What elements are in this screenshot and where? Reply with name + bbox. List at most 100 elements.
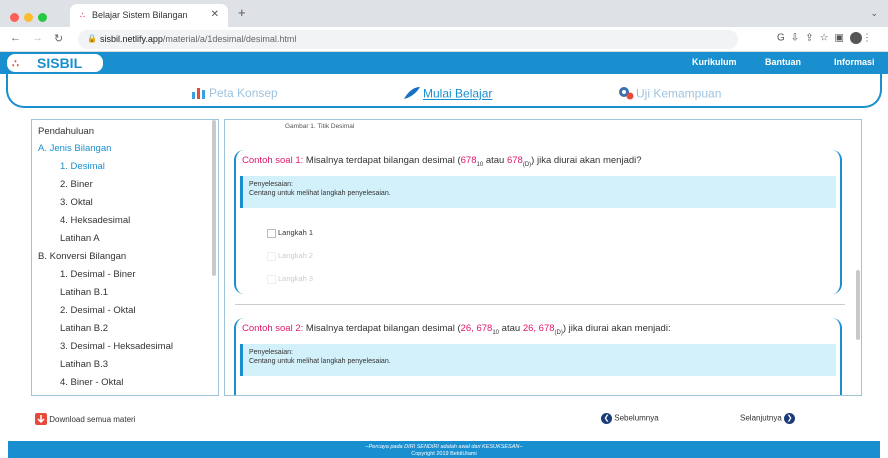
example-1-num1: 678 <box>460 155 477 166</box>
sidebar-item-konversi-bilangan[interactable]: B. Konversi Bilangan <box>38 251 126 262</box>
logo-mark-icon: ∴ <box>12 58 19 70</box>
checkbox-icon[interactable] <box>267 228 276 238</box>
example-card-2: Contoh soal 2: Misalnya terdapat bilanga… <box>234 318 842 395</box>
install-icon[interactable]: ⇩ <box>791 33 805 44</box>
share-icon[interactable]: ⇪ <box>805 33 819 44</box>
sidebar-item-latihan-b1[interactable]: Latihan B.1 <box>60 287 108 298</box>
menu-peta-konsep[interactable]: Peta Konsep <box>191 86 278 102</box>
site-header: ∴ SISBIL Kurikulum Bantuan Informasi <box>0 52 888 74</box>
example-2-solution-box: Penyelesaian: Centang untuk melihat lang… <box>240 344 836 376</box>
footer-quote: --Percaya pada DIRI SENDIRI adalah awal … <box>364 444 524 450</box>
sidebar-item-pendahuluan[interactable]: Pendahuluan <box>38 126 94 137</box>
example-1-num2: 678 <box>506 155 523 166</box>
browser-tools: G⇩⇪☆▣ ⋮ <box>777 32 878 44</box>
download-icon <box>35 413 47 427</box>
sidebar-item-latihan-b2[interactable]: Latihan B.2 <box>60 323 108 334</box>
sidebar-item-heksadesimal[interactable]: 4. Heksadesimal <box>60 215 130 226</box>
sidepanel-icon[interactable]: ▣ <box>835 33 850 44</box>
step-label: Langkah 1 <box>278 228 314 237</box>
back-icon[interactable]: ← <box>10 32 21 44</box>
sidebar-item-desimal-biner[interactable]: 1. Desimal - Biner <box>60 269 136 280</box>
sidebar-item-latihan-b3[interactable]: Latihan B.3 <box>60 359 108 370</box>
window-controls[interactable] <box>10 9 52 27</box>
example-1-text-b: atau <box>483 155 507 166</box>
menu-mulai-belajar[interactable]: Mulai Belajar <box>403 86 492 103</box>
step-3-checkbox[interactable]: Langkah 3 <box>267 274 313 284</box>
example-2-text-b: atau <box>499 323 523 334</box>
example-2-text-c: ) jika diurai akan menjadi: <box>562 323 671 334</box>
tab-favicon-icon: ∴ <box>80 11 86 20</box>
example-2-text-a: Misalnya terdapat bilangan desimal ( <box>303 323 461 334</box>
prev-page-button[interactable]: ❮ Sebelumnya <box>601 413 659 424</box>
step-1-checkbox[interactable]: Langkah 1 <box>267 228 313 238</box>
download-all-link[interactable]: Download semua materi <box>35 413 136 427</box>
profile-avatar-icon[interactable] <box>850 32 862 44</box>
solution-title: Penyelesaian: <box>249 349 293 356</box>
prev-label: Sebelumnya <box>614 413 659 423</box>
tab-list-chevron-icon[interactable]: ⌄ <box>870 8 878 19</box>
sidebar-item-latihan-a[interactable]: Latihan A <box>60 233 100 244</box>
example-1-label: Contoh soal 1: <box>242 155 304 166</box>
chevron-right-icon: ❯ <box>784 413 796 424</box>
browser-menu-icon[interactable]: ⋮ <box>862 33 878 44</box>
solution-hint: Centang untuk melihat langkah penyelesai… <box>249 190 391 197</box>
checkbox-icon[interactable] <box>267 274 276 284</box>
chevron-left-icon: ❮ <box>601 413 612 424</box>
logo-text: SISBIL <box>37 55 83 71</box>
sidebar-item-biner[interactable]: 2. Biner <box>60 179 93 190</box>
example-card-1: Contoh soal 1: Misalnya terdapat bilanga… <box>234 150 842 294</box>
close-tab-icon[interactable]: ✕ <box>211 9 219 20</box>
lock-icon: 🔒 <box>87 34 97 43</box>
url-bar[interactable]: 🔒 sisbil.netlify.app/material/a/1desimal… <box>78 30 738 49</box>
feather-pen-icon <box>403 86 421 103</box>
nav-link-kurikulum[interactable]: Kurikulum <box>692 57 737 67</box>
maximize-window-icon[interactable] <box>38 13 47 22</box>
sidebar-item-desimal-oktal[interactable]: 2. Desimal - Oktal <box>60 305 136 316</box>
content-scrollbar[interactable] <box>856 270 860 340</box>
figure-caption: Gambar 1. Titik Desimal <box>285 123 355 130</box>
next-page-button[interactable]: Selanjutnya ❯ <box>740 413 796 424</box>
menu-label: Peta Konsep <box>209 86 278 101</box>
tab-title: Belajar Sistem Bilangan <box>92 10 188 20</box>
example-2-question: Contoh soal 2: Misalnya terdapat bilanga… <box>242 323 671 336</box>
sidebar-item-desimal[interactable]: 1. Desimal <box>60 161 105 172</box>
example-2-num1: 26, 678 <box>460 323 493 334</box>
gears-icon <box>618 86 634 103</box>
sidebar-item-desimal-heksadesimal[interactable]: 3. Desimal - Heksadesimal <box>60 341 173 352</box>
sidebar-item-biner-oktal[interactable]: 4. Biner - Oktal <box>60 377 123 388</box>
reload-icon[interactable]: ↻ <box>54 32 63 45</box>
download-label: Download semua materi <box>49 415 136 425</box>
menu-label: Uji Kemampuan <box>636 86 722 101</box>
close-window-icon[interactable] <box>10 13 19 22</box>
menu-label: Mulai Belajar <box>423 86 493 101</box>
example-2-label: Contoh soal 2: <box>242 323 304 334</box>
minimize-window-icon[interactable] <box>24 13 33 22</box>
forward-icon[interactable]: → <box>32 32 43 44</box>
sidebar-nav: Pendahuluan A. Jenis Bilangan 1. Desimal… <box>31 119 219 396</box>
nav-link-bantuan[interactable]: Bantuan <box>765 57 801 67</box>
content-panel: Gambar 1. Titik Desimal Contoh soal 1: M… <box>224 119 862 396</box>
step-2-checkbox[interactable]: Langkah 2 <box>267 251 313 261</box>
step-label: Langkah 2 <box>278 251 314 260</box>
bar-chart-icon <box>191 86 207 102</box>
main-menu: Peta Konsep Mulai Belajar Uji Kemampuan <box>6 74 882 108</box>
browser-tab[interactable]: ∴ Belajar Sistem Bilangan ✕ <box>70 4 228 27</box>
page-footer: --Percaya pada DIRI SENDIRI adalah awal … <box>8 441 880 458</box>
url-path: /material/a/1desimal/desimal.html <box>162 34 297 44</box>
site-logo[interactable]: ∴ SISBIL <box>7 54 103 72</box>
sidebar-item-jenis-bilangan[interactable]: A. Jenis Bilangan <box>38 143 111 154</box>
nav-link-informasi[interactable]: Informasi <box>834 57 875 67</box>
bookmark-star-icon[interactable]: ☆ <box>820 33 835 44</box>
new-tab-icon[interactable]: + <box>238 5 246 20</box>
solution-hint: Centang untuk melihat langkah penyelesai… <box>249 358 391 365</box>
next-label: Selanjutnya <box>740 413 782 423</box>
step-label: Langkah 3 <box>278 274 314 283</box>
menu-uji-kemampuan[interactable]: Uji Kemampuan <box>618 86 721 103</box>
example-1-solution-box: Penyelesaian: Centang untuk melihat lang… <box>240 176 836 208</box>
browser-tab-bar: ∴ Belajar Sistem Bilangan ✕ + ⌄ <box>0 0 888 27</box>
google-icon[interactable]: G <box>777 33 791 44</box>
sidebar-item-oktal[interactable]: 3. Oktal <box>60 197 93 208</box>
checkbox-icon[interactable] <box>267 251 276 261</box>
section-divider <box>235 304 845 305</box>
sidebar-scrollbar[interactable] <box>212 120 216 276</box>
